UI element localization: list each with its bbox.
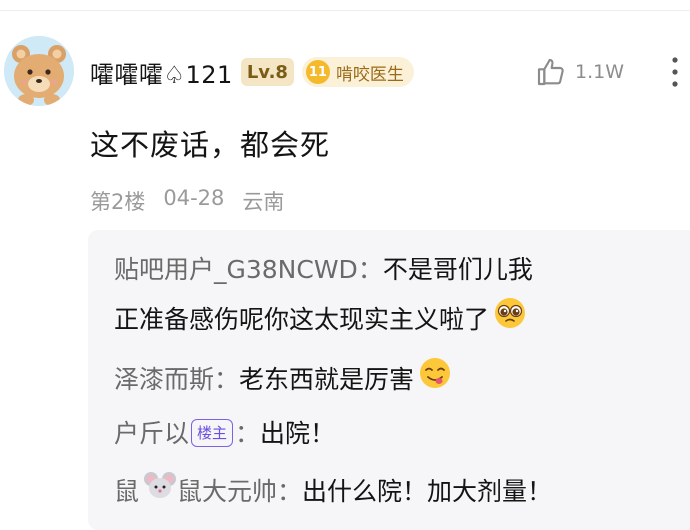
reply-item[interactable]: 户斤以 楼主 ：出院！ bbox=[114, 414, 335, 454]
reply-text: 出什么院！加大剂量！ bbox=[302, 477, 553, 506]
reply-item[interactable]: 贴吧用户_G38NCWD：不是哥们儿我 bbox=[114, 250, 533, 290]
honor-title: 啃咬医生 bbox=[335, 64, 404, 85]
reply-item[interactable]: 泽漆而斯：老东西就是厉害 bbox=[114, 356, 452, 406]
reply-author-prefix[interactable]: 鼠 bbox=[114, 477, 139, 506]
reply-text: 正准备感伤呢你这太现实主义啦了 bbox=[114, 305, 490, 334]
mouse-face-emoji-icon bbox=[143, 470, 177, 512]
reply-text: 不是哥们儿我 bbox=[382, 255, 533, 284]
reply-separator: ： bbox=[277, 477, 303, 506]
post-header: 嚯嚯嚯♤121 Lv.8 11 啃咬医生 bbox=[90, 52, 414, 92]
thread-owner-badge: 楼主 bbox=[191, 419, 234, 447]
reply-text: 老东西就是厉害 bbox=[239, 365, 415, 394]
post-meta: 第2楼 04-28 云南 bbox=[90, 186, 284, 216]
reply-author[interactable]: 鼠大元帅 bbox=[177, 477, 277, 506]
reply-text: 出院！ bbox=[260, 419, 336, 448]
post-date: 04-28 bbox=[163, 186, 225, 210]
username[interactable]: 嚯嚯嚯♤121 bbox=[90, 55, 233, 90]
reply-author[interactable]: 泽漆而斯 bbox=[114, 365, 214, 394]
floor-number: 第2楼 bbox=[90, 190, 146, 214]
more-options-icon[interactable] bbox=[668, 52, 682, 92]
reply-author[interactable]: 贴吧用户_G38NCWD bbox=[114, 255, 358, 284]
pleading-face-emoji-icon bbox=[493, 296, 527, 342]
reply-separator: ： bbox=[214, 365, 240, 394]
reply-separator: ： bbox=[235, 419, 261, 448]
post-content: 这不废话，都会死 bbox=[90, 128, 331, 162]
thumbs-up-icon bbox=[537, 58, 564, 86]
honor-badge[interactable]: 11 啃咬医生 bbox=[301, 57, 414, 87]
reply-author[interactable]: 户斤以 bbox=[114, 419, 189, 448]
like-count: 1.1W bbox=[575, 61, 625, 83]
level-badge: Lv.8 bbox=[240, 58, 294, 86]
post-location: 云南 bbox=[242, 190, 285, 214]
reply-separator: ： bbox=[357, 255, 383, 284]
bear-avatar-icon bbox=[4, 36, 74, 106]
reply-item-continued[interactable]: 正准备感伤呢你这太现实主义啦了 bbox=[114, 296, 527, 346]
honor-number: 11 bbox=[305, 60, 330, 84]
avatar[interactable] bbox=[4, 36, 74, 106]
yum-face-emoji-icon bbox=[418, 356, 452, 402]
top-divider bbox=[0, 10, 690, 11]
reply-item[interactable]: 鼠 鼠大元帅：出什么院！加大剂量！ bbox=[114, 470, 552, 516]
like-button[interactable]: 1.1W bbox=[535, 54, 624, 90]
